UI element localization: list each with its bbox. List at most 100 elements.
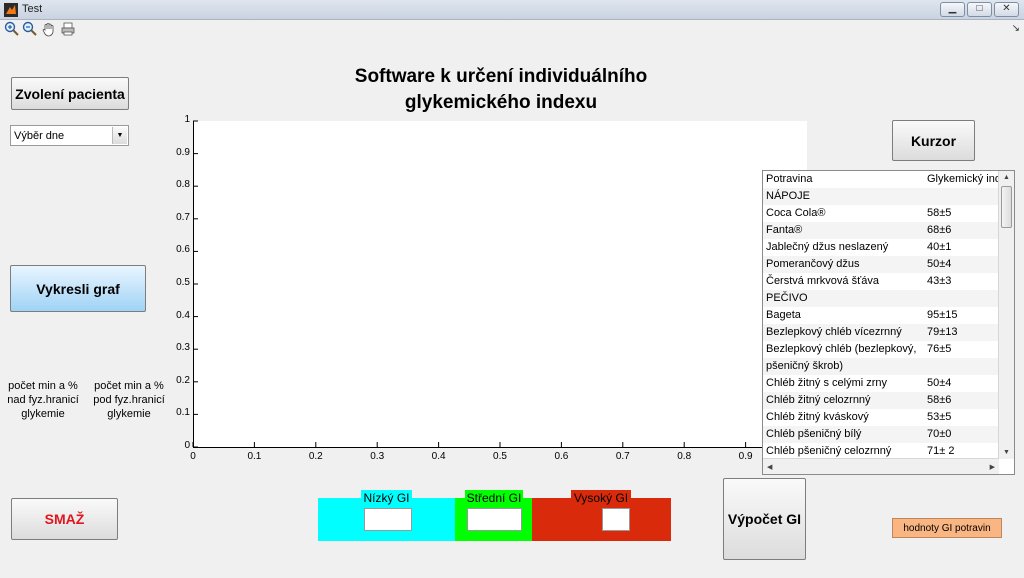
food-name-cell: Chléb žitný kváskový	[766, 411, 869, 423]
gi-low-label: Nízký GI	[361, 490, 412, 506]
window-titlebar: Test ▁ □ ✕	[0, 0, 1024, 20]
gi-value-cell: 53±5	[927, 411, 952, 423]
food-name-cell: Chléb pšeničný celozrnný	[766, 445, 892, 457]
cursor-button[interactable]: Kurzor	[892, 120, 975, 161]
stat-below-line: pod fyz.hranicí	[93, 394, 165, 406]
x-tick-label: 0.4	[431, 451, 446, 462]
food-name-cell: Bageta	[766, 309, 801, 321]
zoom-in-icon[interactable]	[4, 21, 20, 37]
gi-value-cell: 58±5	[927, 207, 952, 219]
table-row[interactable]: Coca Cola® 58±5	[763, 205, 999, 222]
pan-hand-icon[interactable]	[41, 21, 57, 37]
gi-value-cell: 76±5	[927, 343, 952, 355]
x-tick-label: 0.8	[677, 451, 692, 462]
scroll-down-icon[interactable]: ▼	[1003, 449, 1010, 456]
table-row[interactable]: Bezlepkový chléb (bezlepkový, 76±5	[763, 341, 999, 358]
scroll-up-icon[interactable]: ▲	[1003, 174, 1010, 181]
table-row[interactable]: Čerstvá mrkvová šťáva 43±3	[763, 273, 999, 290]
gi-low-field[interactable]	[364, 508, 412, 531]
compute-gi-button[interactable]: Výpočet GI	[723, 478, 806, 560]
food-name-cell: Chléb pšeničný bílý	[766, 428, 862, 440]
food-name-cell: NÁPOJE	[766, 190, 811, 202]
x-tick-label: 0.1	[247, 451, 262, 462]
x-tick-label: 0.3	[370, 451, 385, 462]
stat-above-line: počet min a %	[8, 380, 78, 392]
y-tick-label: 0.3	[176, 342, 190, 354]
y-tick-label: 0.1	[176, 407, 190, 419]
maximize-button[interactable]: □	[967, 2, 992, 17]
scroll-left-icon[interactable]: ◀	[767, 463, 772, 471]
page-title-line: glykemického indexu	[404, 92, 598, 113]
gi-value-cell: 70±0	[927, 428, 952, 440]
gi-values-button[interactable]: hodnoty GI potravin	[892, 518, 1002, 538]
food-name-cell: Chléb žitný celozrnný	[766, 394, 871, 406]
table-row[interactable]: Chléb pšeničný bílý 70±0	[763, 426, 999, 443]
y-tick-label: 0.7	[176, 211, 190, 223]
food-name-cell: Jablečný džus neslazený	[766, 241, 889, 253]
table-row[interactable]: PEČIVO	[763, 290, 999, 307]
gi-value-cell: 79±13	[927, 326, 958, 338]
horizontal-scrollbar[interactable]: ◀ ▶	[763, 458, 999, 474]
y-tick-label: 1	[184, 114, 190, 125]
table-header-cell: Potravina	[766, 173, 813, 185]
food-name-cell: Fanta®	[766, 224, 803, 236]
food-gi-table[interactable]: Potravina Glykemický ind NÁPOJE Coca Cola® 5…	[762, 170, 1015, 475]
x-tick-label: 0.5	[493, 451, 507, 462]
gi-high-field[interactable]	[602, 508, 630, 531]
day-select-value: Výběr dne	[14, 130, 65, 142]
x-tick-label: 0	[190, 451, 196, 462]
y-tick-label: 0.4	[176, 309, 190, 321]
figure-toolbar: ↘	[0, 20, 1024, 38]
table-row[interactable]: Pomerančový džus 50±4	[763, 256, 999, 273]
matlab-icon	[4, 3, 18, 17]
x-tick-label: 0.9	[738, 451, 753, 462]
table-row[interactable]: Fanta® 68±6	[763, 222, 999, 239]
y-tick-label: 0	[184, 440, 190, 451]
stat-above-label: počet min a % nad fyz.hranicí glykemie	[3, 379, 83, 421]
gi-value-cell: 50±4	[927, 258, 952, 270]
food-name-cell: Pomerančový džus	[766, 258, 860, 270]
gi-mid-field[interactable]	[467, 508, 522, 531]
day-select[interactable]: Výběr dne ▼	[10, 125, 129, 146]
table-row[interactable]: Chléb žitný celozrnný 58±6	[763, 392, 999, 409]
gi-value-cell: 50±4	[927, 377, 952, 389]
dock-arrow-icon[interactable]: ↘	[1012, 23, 1020, 34]
table-row[interactable]: NÁPOJE	[763, 188, 999, 205]
select-patient-button[interactable]: Zvolení pacienta	[11, 77, 129, 110]
gi-value-cell: 95±15	[927, 309, 958, 321]
table-row[interactable]: pšeničný škrob)	[763, 358, 999, 375]
table-row[interactable]: Bageta 95±15	[763, 307, 999, 324]
print-icon[interactable]	[60, 21, 76, 37]
food-name-cell: Chléb žitný s celými zrny	[766, 377, 888, 389]
gi-value-cell: 68±6	[927, 224, 952, 236]
gi-value-cell: 43±3	[927, 275, 952, 287]
x-tick-label: 0.2	[308, 451, 323, 462]
vertical-scrollbar[interactable]: ▲ ▼	[998, 171, 1014, 459]
y-tick-label: 0.5	[176, 277, 190, 288]
window-title: Test	[22, 3, 43, 15]
table-header-row: Potravina Glykemický ind	[763, 171, 1001, 188]
zoom-out-icon[interactable]	[22, 21, 38, 37]
gi-mid-label: Střední GI	[465, 490, 523, 506]
x-tick-label: 0.6	[554, 451, 569, 462]
table-row[interactable]: Jablečný džus neslazený 40±1	[763, 239, 999, 256]
table-header-cell: Glykemický ind	[927, 173, 1001, 185]
page-title-line: Software k určení individuálního	[354, 66, 648, 87]
close-button[interactable]: ✕	[994, 2, 1019, 17]
scroll-right-icon[interactable]: ▶	[990, 463, 995, 471]
plot-area[interactable]	[193, 121, 807, 447]
minimize-button[interactable]: ▁	[940, 2, 965, 17]
y-tick-label: 0.2	[176, 374, 190, 386]
table-row[interactable]: Chléb žitný s celými zrny 50±4	[763, 375, 999, 392]
stat-below-line: glykemie	[107, 408, 151, 420]
delete-button[interactable]: SMAŽ	[11, 498, 118, 540]
draw-graph-button[interactable]: Vykresli graf	[10, 265, 146, 312]
chevron-down-icon[interactable]: ▼	[112, 127, 127, 144]
scroll-thumb[interactable]	[1001, 186, 1012, 228]
food-name-cell: Coca Cola®	[766, 207, 826, 219]
table-row[interactable]: Bezlepkový chléb vícezrnný 79±13	[763, 324, 999, 341]
food-name-cell: Bezlepkový chléb vícezrnný	[766, 326, 902, 338]
stat-below-line: počet min a %	[94, 380, 164, 392]
table-row[interactable]: Chléb žitný kváskový 53±5	[763, 409, 999, 426]
x-tick-label: 0.7	[615, 451, 630, 462]
